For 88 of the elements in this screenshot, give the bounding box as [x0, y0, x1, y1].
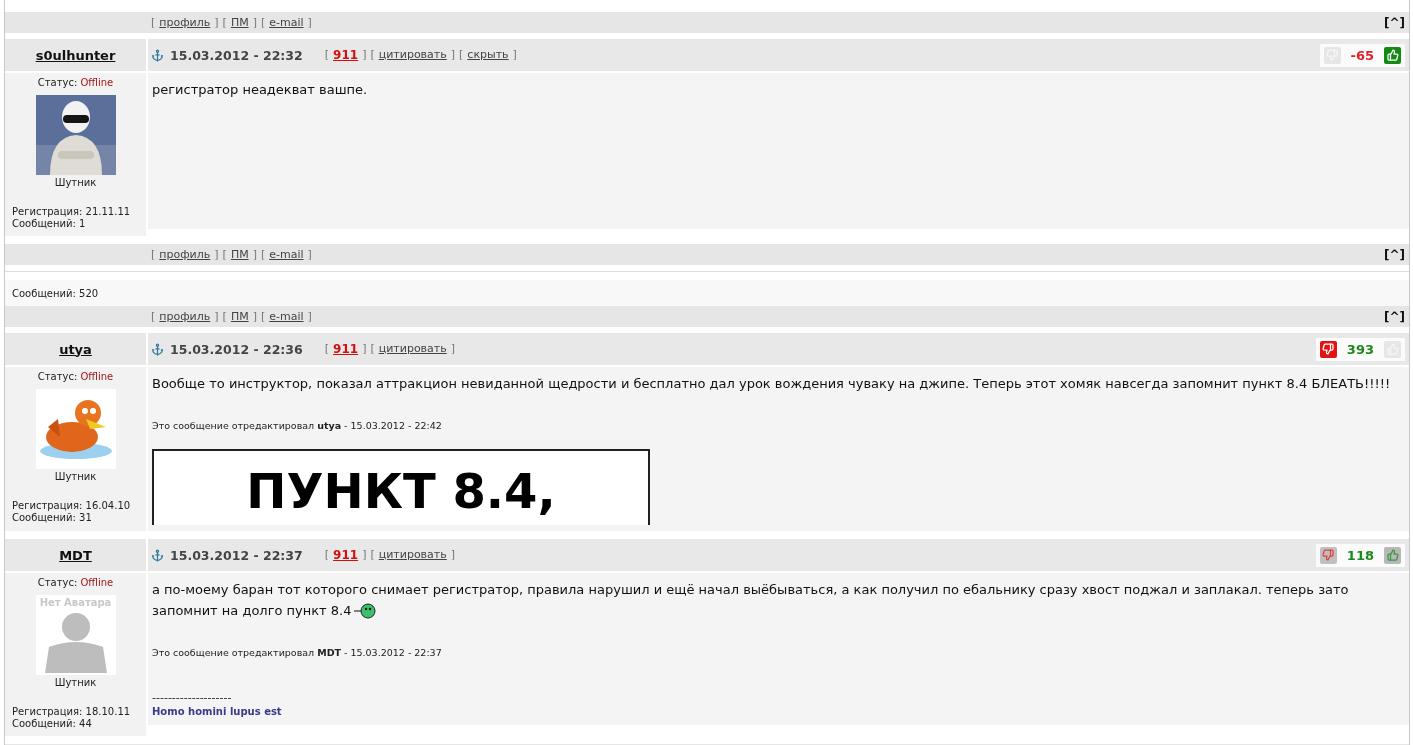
signature-text: Homo homini lupus est — [152, 706, 283, 717]
bracket: ] — [362, 342, 367, 356]
bracket: [ — [459, 48, 464, 62]
bracket: ] — [307, 16, 312, 29]
bracket: ] — [362, 48, 367, 62]
action-link[interactable]: цитировать — [378, 342, 447, 356]
bracket: [ — [324, 342, 330, 356]
user-rank: Шутник — [54, 677, 97, 688]
image-caption: ПУНКТ 8.4, — [246, 467, 556, 521]
bracket: ] — [450, 342, 456, 356]
bracket: [ — [222, 248, 227, 261]
bracket: [ — [151, 310, 156, 323]
post-date: 15.03.2012 - 22:36 — [170, 341, 303, 357]
bracket: ] — [252, 16, 257, 29]
action-link[interactable]: цитировать — [378, 548, 447, 562]
bracket: [ — [324, 48, 330, 62]
bracket: [ — [222, 16, 227, 29]
report-link[interactable]: 911 — [333, 342, 359, 356]
profile-link[interactable]: ПМ — [230, 16, 249, 29]
registration-date: Регистрация: 21.11.11 — [11, 206, 131, 218]
author-name-link[interactable]: utya — [59, 341, 92, 357]
user-rank: Шутник — [54, 471, 97, 482]
signature-rule: -------------------- — [152, 692, 233, 704]
thumbs-down-button[interactable] — [1319, 546, 1337, 564]
post-text: Вообще то инструктор, показал аттракцион невиданной щедрости и бесплатно дал урок вождения чуваку на джипе. Теперь этот хомяк навсегда запомнит пункт 8.4 БЛЕАТЬ!!!!! — [152, 375, 1392, 393]
post-text: регистратор неадекват вашпе. — [152, 81, 369, 99]
registration-date: Регистрация: 16.04.10 — [11, 500, 131, 512]
bracket: [ — [260, 248, 266, 261]
bracket: [ — [222, 310, 227, 323]
bracket: ] — [214, 310, 219, 323]
profile-link[interactable]: профиль — [159, 16, 211, 29]
post-count: Сообщений: 1 — [11, 218, 86, 230]
bracket: ] — [512, 48, 517, 62]
bracket: [ — [151, 16, 156, 29]
post-count: Сообщений: 31 — [11, 512, 92, 524]
post-count: Сообщений: 520 — [12, 287, 99, 299]
bracket: ] — [307, 310, 312, 323]
anchor-icon[interactable] — [151, 548, 164, 562]
user-status: Статус: Offline — [37, 371, 114, 382]
report-link[interactable]: 911 — [333, 548, 359, 562]
registration-date: Регистрация: 18.10.11 — [11, 706, 131, 718]
bracket: [ — [260, 16, 266, 29]
bracket: [ — [370, 342, 375, 356]
anchor-icon[interactable] — [151, 342, 164, 356]
bracket: [ — [260, 310, 266, 323]
post-date: 15.03.2012 - 22:32 — [170, 47, 303, 63]
bracket: ] — [307, 248, 312, 261]
rating-score: -65 — [1350, 47, 1374, 63]
profile-link[interactable]: ПМ — [230, 310, 249, 323]
action-link[interactable]: скрыть — [467, 48, 509, 62]
bracket: ] — [214, 16, 219, 29]
profile-link[interactable]: e-mail — [269, 16, 304, 29]
action-link[interactable]: цитировать — [378, 48, 447, 62]
bracket: [ — [370, 48, 375, 62]
bracket: [ — [324, 548, 330, 562]
profile-link[interactable]: профиль — [159, 248, 211, 261]
user-status: Статус: Offline — [37, 77, 114, 88]
post-date: 15.03.2012 - 22:37 — [170, 547, 303, 563]
profile-link[interactable]: e-mail — [269, 248, 304, 261]
profile-link[interactable]: профиль — [159, 310, 211, 323]
bracket: ] — [252, 310, 257, 323]
anchor-icon[interactable] — [151, 48, 164, 62]
bracket: [ — [370, 548, 375, 562]
user-rank: Шутник — [54, 177, 97, 188]
bracket: ] — [450, 48, 456, 62]
bracket: ] — [214, 248, 219, 261]
thumbs-down-button[interactable] — [1319, 340, 1337, 358]
thumbs-up-button[interactable] — [1384, 546, 1401, 564]
rating-score: 118 — [1346, 547, 1374, 563]
thumbs-up-button[interactable] — [1384, 46, 1401, 64]
back-to-top-link[interactable]: [^] — [1383, 247, 1409, 262]
edit-note: Это сообщение отредактировал utya - 15.03.2012 - 22:42 — [152, 420, 443, 431]
user-status: Статус: Offline — [37, 577, 114, 588]
back-to-top-link[interactable]: [^] — [1383, 15, 1409, 30]
bracket: ] — [252, 248, 257, 261]
post-text: а по-моему баран тот которого снимает регистратор, правила нарушил и ещё начал выёбываться, а как получил по ебальнику сразу хвост поджал и заплакал. теперь зато запомнит на долго пункт 8.4 — [152, 581, 1350, 621]
post-count: Сообщений: 44 — [11, 718, 92, 730]
back-to-top-link[interactable]: [^] — [1383, 309, 1409, 324]
profile-link[interactable]: ПМ — [230, 248, 249, 261]
bracket: ] — [450, 548, 456, 562]
author-name-link[interactable]: MDT — [59, 547, 92, 563]
edit-note: Это сообщение отредактировал MDT - 15.03.2012 - 22:37 — [152, 647, 443, 658]
bracket: ] — [362, 548, 367, 562]
rating-score: 393 — [1346, 341, 1374, 357]
author-name-link[interactable]: s0ulhunter — [35, 47, 116, 63]
profile-link[interactable]: e-mail — [269, 310, 304, 323]
bracket: [ — [151, 248, 156, 261]
report-link[interactable]: 911 — [333, 48, 359, 62]
